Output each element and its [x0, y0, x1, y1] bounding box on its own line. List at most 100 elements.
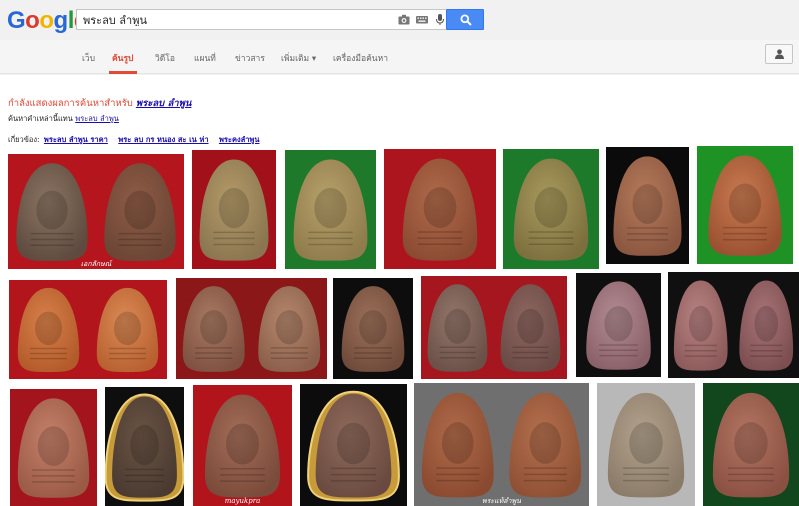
account-button[interactable]: [765, 44, 793, 64]
image-result[interactable]: [285, 150, 376, 269]
search-button[interactable]: [446, 9, 484, 30]
related-link-2[interactable]: พระ ลบ กร หนอง สะ เน ห่า: [118, 135, 208, 144]
image-result[interactable]: พระแท้ลำพูน: [414, 383, 589, 506]
image-result[interactable]: [421, 276, 567, 379]
buddha-figure: [423, 187, 457, 228]
buddha-figure: [517, 308, 544, 344]
amulet-thumbnail: [333, 278, 413, 379]
image-result[interactable]: [10, 389, 97, 506]
buddha-figure: [225, 423, 260, 465]
amulet-thumbnail: [668, 272, 799, 378]
buddha-figure: [200, 310, 228, 345]
buddha-figure: [632, 184, 663, 224]
buddha-figure: [754, 305, 779, 342]
keyboard-icon[interactable]: [416, 14, 428, 25]
amulet-thumbnail: [192, 150, 276, 269]
showing-results-for: กำลังแสดงผลการค้นหาสำหรับ พระลบ ลำพูน: [8, 96, 191, 111]
corrected-query-link[interactable]: พระลบ ลำพูน: [136, 98, 192, 109]
amulet-thumbnail: [10, 389, 97, 506]
image-result[interactable]: [503, 149, 599, 269]
image-result[interactable]: [606, 147, 689, 264]
amulet-thumbnail: [9, 280, 167, 379]
image-result[interactable]: [697, 146, 793, 264]
watermark-caption: พระแท้ลำพูน: [482, 497, 521, 505]
image-result[interactable]: [176, 278, 327, 379]
user-icon: [775, 49, 784, 59]
image-result[interactable]: [333, 278, 413, 379]
buddha-figure: [534, 187, 568, 228]
image-result[interactable]: [192, 150, 276, 269]
buddha-figure: [444, 308, 471, 344]
buddha-figure: [688, 305, 713, 342]
image-result[interactable]: [9, 280, 167, 379]
amulet-thumbnail: [300, 384, 407, 506]
amulet-thumbnail: พระแท้ลำพูน: [414, 383, 589, 506]
amulet-thumbnail: [597, 383, 695, 506]
image-result[interactable]: [597, 383, 695, 506]
related-searches: เกี่ยวข้อง: พระลบ ลำพูน ราคา พระ ลบ กร ห…: [8, 134, 260, 146]
image-result[interactable]: [668, 272, 799, 378]
image-result[interactable]: [576, 273, 661, 377]
logo-letter: o: [25, 7, 40, 34]
amulet-thumbnail: [384, 149, 496, 269]
related-link-3[interactable]: พระคงลำพูน: [219, 135, 260, 144]
buddha-figure: [441, 422, 474, 464]
camera-icon[interactable]: [398, 14, 410, 25]
google-logo[interactable]: Google: [7, 7, 87, 35]
search-box[interactable]: [76, 9, 446, 30]
related-link-1[interactable]: พระลบ ลำพูน ราคา: [44, 135, 108, 144]
active-tab-indicator: [109, 71, 137, 74]
buddha-figure: [130, 424, 159, 466]
image-result[interactable]: [105, 387, 184, 506]
amulet-thumbnail: [503, 149, 599, 269]
search-instead: ค้นหาคำเหล่านี้แทน พระลบ ลำพูน: [8, 113, 119, 125]
amulet-thumbnail: [105, 387, 184, 506]
tab-more[interactable]: เพิ่มเติม ▾: [281, 51, 316, 65]
amulet-thumbnail: [576, 273, 661, 377]
showing-prefix: กำลังแสดงผลการค้นหาสำหรับ: [8, 98, 133, 109]
amulet-thumbnail: [176, 278, 327, 379]
related-prefix: เกี่ยวข้อง:: [8, 135, 40, 144]
watermark-caption: mayukpra: [225, 497, 261, 505]
tab-news[interactable]: ข่าวสาร: [235, 51, 265, 65]
search-icon: [460, 14, 472, 26]
tab-images[interactable]: ค้นรูป: [112, 51, 133, 65]
image-result[interactable]: [703, 383, 799, 506]
buddha-figure: [218, 187, 250, 229]
original-query-link[interactable]: พระลบ ลำพูน: [75, 114, 119, 123]
top-bar: Google: [0, 0, 799, 40]
buddha-figure: [629, 422, 663, 464]
logo-letter: G: [7, 7, 26, 34]
image-result[interactable]: [300, 384, 407, 506]
amulet-thumbnail: [421, 276, 567, 379]
logo-letter: o: [39, 7, 54, 34]
mic-icon[interactable]: [434, 13, 446, 26]
search-input[interactable]: [83, 13, 383, 26]
buddha-figure: [728, 183, 762, 224]
amulet-thumbnail: mayukpra: [193, 385, 292, 506]
logo-letter: g: [53, 7, 69, 34]
buddha-figure: [34, 311, 63, 346]
image-result[interactable]: mayukpra: [193, 385, 292, 506]
buddha-figure: [275, 310, 303, 345]
chevron-down-icon: ▾: [311, 54, 317, 64]
amulet-thumbnail: [606, 147, 689, 264]
buddha-figure: [359, 310, 387, 345]
buddha-figure: [336, 422, 371, 465]
instead-prefix: ค้นหาคำเหล่านี้แทน: [8, 114, 73, 123]
tab-maps[interactable]: แผนที่: [194, 51, 216, 65]
buddha-figure: [36, 190, 68, 230]
buddha-figure: [604, 306, 633, 342]
tab-more-label: เพิ่มเติม: [281, 54, 310, 64]
amulet-thumbnail: [697, 146, 793, 264]
amulet-thumbnail: เอกลักษณ์: [8, 154, 184, 269]
image-result[interactable]: [384, 149, 496, 269]
buddha-figure: [37, 426, 70, 466]
buddha-figure: [124, 190, 156, 230]
image-result[interactable]: เอกลักษณ์: [8, 154, 184, 269]
amulet-thumbnail: [285, 150, 376, 269]
tab-videos[interactable]: วิดีโอ: [155, 51, 175, 65]
tab-web[interactable]: เว็บ: [82, 51, 95, 65]
buddha-figure: [314, 187, 347, 229]
search-tools-button[interactable]: เครื่องมือค้นหา: [333, 51, 388, 65]
